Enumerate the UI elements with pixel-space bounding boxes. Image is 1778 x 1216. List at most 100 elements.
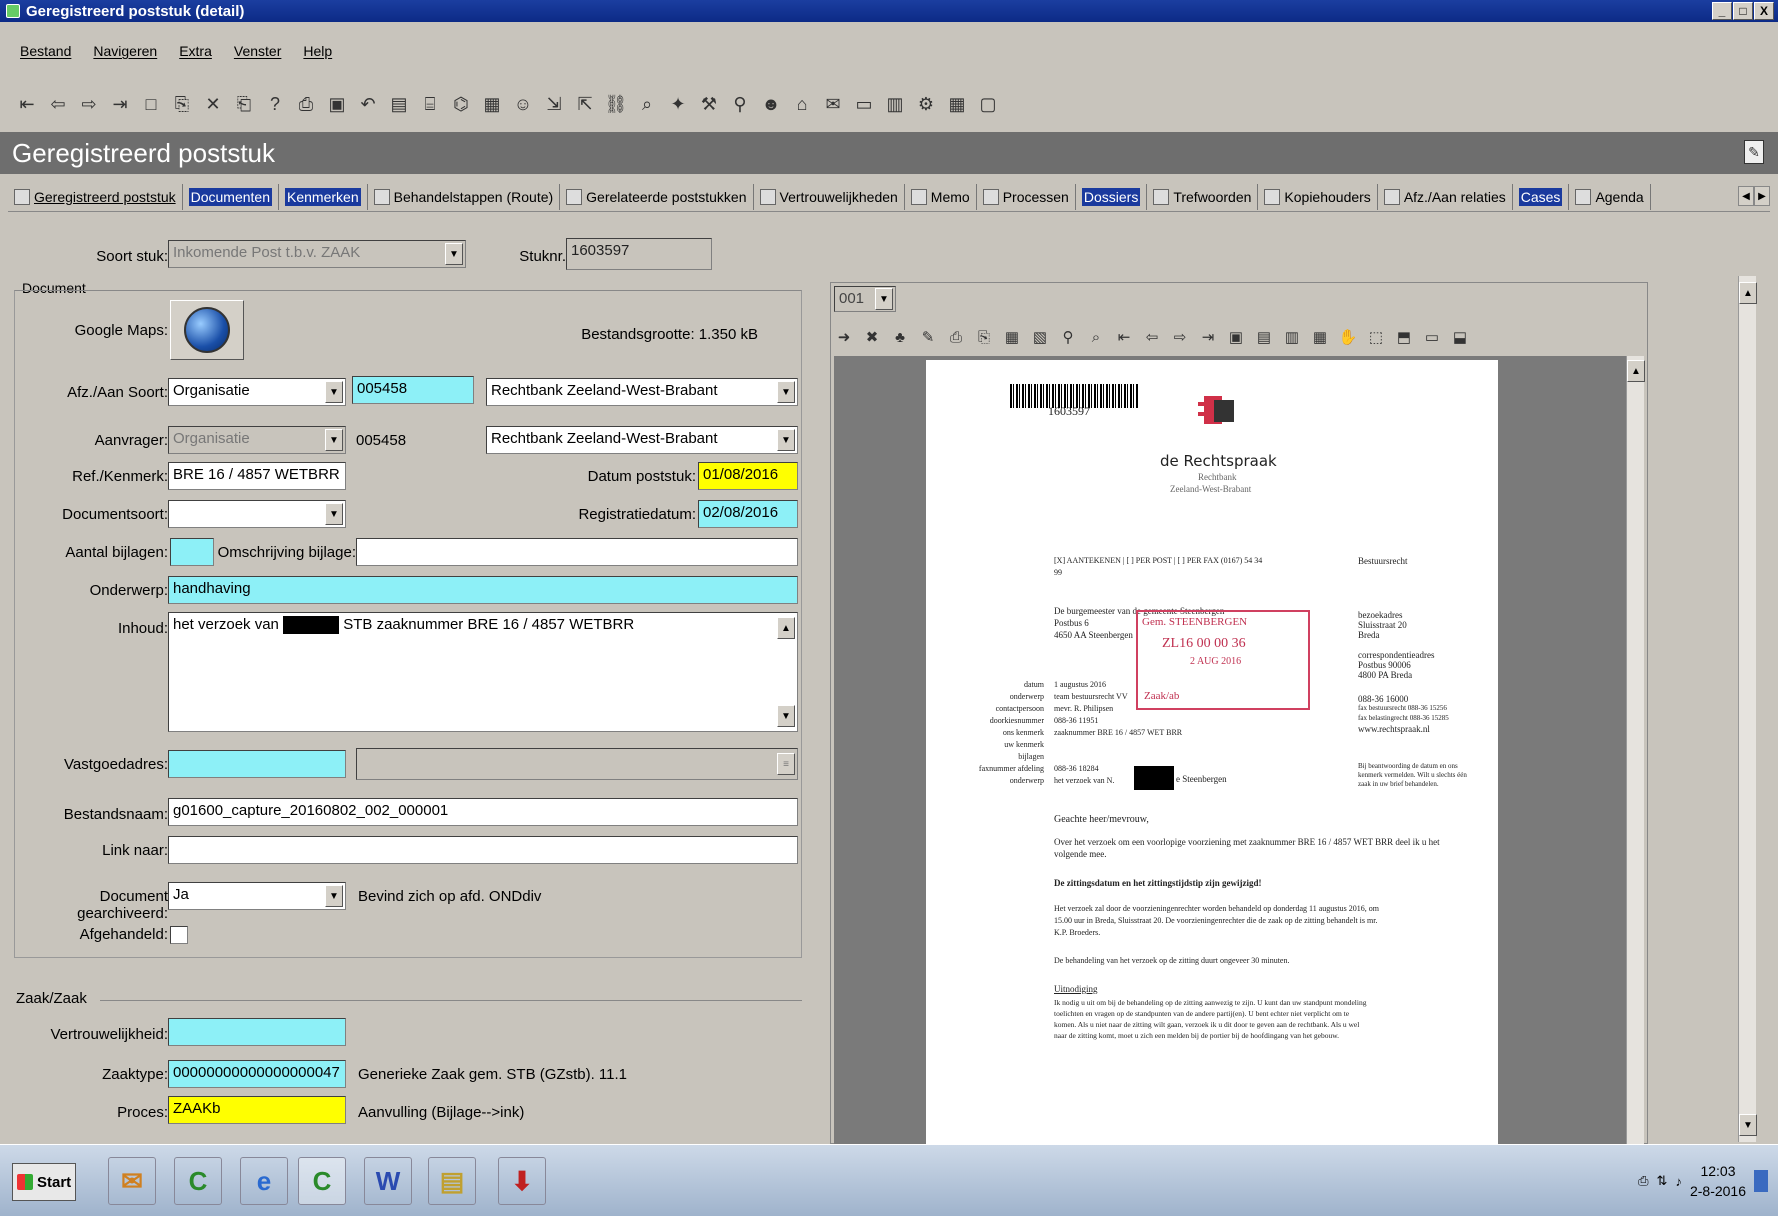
- undo-icon[interactable]: ↶: [357, 92, 379, 116]
- export-icon[interactable]: ⇱: [574, 92, 596, 116]
- last-page-icon[interactable]: ⇥: [1198, 327, 1218, 347]
- bestandsnaam-field[interactable]: g01600_capture_20160802_002_000001: [168, 798, 798, 826]
- tab-kenmerken[interactable]: Kenmerken: [279, 183, 368, 210]
- form-scrollbar[interactable]: ▲ ▼: [1738, 276, 1757, 1142]
- tab-scroll-right-button[interactable]: ▶: [1754, 186, 1770, 206]
- chevron-down-icon[interactable]: ▼: [445, 243, 463, 265]
- link-naar-field[interactable]: [168, 836, 798, 864]
- save-icon[interactable]: ▣: [326, 92, 348, 116]
- print-icon[interactable]: ⎙: [946, 327, 966, 347]
- chevron-down-icon[interactable]: ▼: [325, 503, 343, 525]
- new-icon[interactable]: □: [140, 92, 162, 116]
- show-desktop-button[interactable]: [1754, 1170, 1768, 1192]
- chevron-down-icon[interactable]: ▼: [325, 885, 343, 907]
- maximize-button[interactable]: □: [1733, 2, 1753, 20]
- close-button[interactable]: X: [1754, 2, 1774, 20]
- tab-dossiers[interactable]: Dossiers: [1076, 183, 1148, 210]
- vastgoedadres-detail-field[interactable]: ≡: [356, 748, 798, 780]
- menu-extra[interactable]: Extra: [179, 43, 212, 59]
- scroll-up-button[interactable]: ▲: [1739, 282, 1757, 304]
- page-select[interactable]: 001 ▼: [834, 286, 896, 312]
- open-icon[interactable]: ➜: [834, 327, 854, 347]
- scroll-down-button[interactable]: ▼: [777, 705, 795, 727]
- word-icon[interactable]: W: [364, 1157, 412, 1205]
- single-page-icon[interactable]: ▥: [1282, 327, 1302, 347]
- search-icon[interactable]: ⌕: [636, 92, 658, 116]
- previous-icon[interactable]: ⇦: [47, 92, 69, 116]
- first-page-icon[interactable]: ⇤: [1114, 327, 1134, 347]
- grid-icon[interactable]: ▦: [946, 92, 968, 116]
- help-icon[interactable]: ?: [264, 92, 286, 116]
- annotation-icon[interactable]: ▭: [1422, 327, 1442, 347]
- scroll-up-button[interactable]: ▲: [1627, 360, 1645, 382]
- scroll-down-button[interactable]: ▼: [1739, 1114, 1757, 1136]
- afz-aan-soort-select[interactable]: Organisatie ▼: [168, 378, 346, 406]
- stamp-icon[interactable]: ♣: [890, 327, 910, 347]
- tab-documenten[interactable]: Documenten: [183, 183, 280, 210]
- print-icon[interactable]: ⎙: [295, 92, 317, 116]
- onderwerp-field[interactable]: handhaving: [168, 576, 798, 604]
- next-icon[interactable]: ⇨: [78, 92, 100, 116]
- clock[interactable]: 12:03 2-8-2016: [1690, 1161, 1746, 1201]
- printer-icon[interactable]: ⎙: [1638, 1173, 1648, 1189]
- archive-icon[interactable]: ▥: [884, 92, 906, 116]
- internet-explorer-icon[interactable]: e: [240, 1157, 288, 1205]
- tab-geregistreerd-poststuk[interactable]: Geregistreerd poststuk: [8, 183, 183, 210]
- corsa-active-icon[interactable]: C: [298, 1157, 346, 1205]
- last-record-icon[interactable]: ⇥: [109, 92, 131, 116]
- rotate-icon[interactable]: ⬒: [1394, 327, 1414, 347]
- viewer-scrollbar[interactable]: ▲: [1626, 356, 1645, 1144]
- copy-icon[interactable]: ⎘: [171, 92, 193, 116]
- pdf-icon[interactable]: ⬇: [498, 1157, 546, 1205]
- mail-icon[interactable]: ✉: [822, 92, 844, 116]
- tab-processen[interactable]: Processen: [977, 183, 1076, 210]
- tools-icon[interactable]: ⚒: [698, 92, 720, 116]
- gearchiveerd-select[interactable]: Ja ▼: [168, 882, 346, 910]
- inhoud-textarea[interactable]: het verzoek van STB zaaknummer BRE 16 / …: [168, 612, 798, 732]
- menu-bestand[interactable]: Bestand: [20, 43, 71, 59]
- tab-trefwoorden[interactable]: Trefwoorden: [1147, 183, 1259, 210]
- stuknr-field[interactable]: 1603597: [566, 238, 712, 270]
- export-icon[interactable]: ⬓: [1450, 327, 1470, 347]
- afz-naam-select[interactable]: Rechtbank Zeeland-West-Brabant ▼: [486, 378, 798, 406]
- afz-code-field[interactable]: 005458: [352, 376, 474, 404]
- copy-icon[interactable]: ⎘: [974, 327, 994, 347]
- tab-vertrouwelijkheden[interactable]: Vertrouwelijkheden: [754, 183, 905, 210]
- google-maps-button[interactable]: [170, 300, 244, 360]
- volume-icon[interactable]: ♪: [1675, 1174, 1682, 1189]
- fit-page-icon[interactable]: ▣: [1226, 327, 1246, 347]
- chevron-down-icon[interactable]: ▼: [875, 288, 893, 310]
- afgehandeld-checkbox[interactable]: [170, 926, 188, 944]
- corsa-icon[interactable]: C: [174, 1157, 222, 1205]
- tab-cases[interactable]: Cases: [1513, 183, 1570, 210]
- tab-memo[interactable]: Memo: [905, 183, 977, 210]
- vertrouwelijkheid-field[interactable]: [168, 1018, 346, 1046]
- user-icon[interactable]: ☺: [512, 92, 534, 116]
- menu-navigeren[interactable]: Navigeren: [93, 43, 157, 59]
- chevron-down-icon[interactable]: ▼: [325, 381, 343, 403]
- menu-venster[interactable]: Venster: [234, 43, 281, 59]
- fit-width-icon[interactable]: ▤: [1254, 327, 1274, 347]
- next-page-icon[interactable]: ⇨: [1170, 327, 1190, 347]
- tab-agenda[interactable]: Agenda: [1569, 183, 1651, 210]
- zoom-in-icon[interactable]: ⚲: [1058, 327, 1078, 347]
- import-icon[interactable]: ⇲: [543, 92, 565, 116]
- find-icon[interactable]: ⚲: [729, 92, 751, 116]
- people-icon[interactable]: ☻: [760, 92, 782, 116]
- first-record-icon[interactable]: ⇤: [16, 92, 38, 116]
- zoom-out-icon[interactable]: ⌕: [1086, 327, 1106, 347]
- tab-scroll-left-button[interactable]: ◀: [1738, 186, 1754, 206]
- proces-field[interactable]: ZAAKb: [168, 1096, 346, 1124]
- chevron-down-icon[interactable]: ▼: [325, 429, 343, 451]
- explorer-icon[interactable]: ▤: [428, 1157, 476, 1205]
- minimize-button[interactable]: _: [1712, 2, 1732, 20]
- select-icon[interactable]: ⬚: [1366, 327, 1386, 347]
- aanvrager-naam-select[interactable]: Rechtbank Zeeland-West-Brabant ▼: [486, 426, 798, 454]
- highlight-icon[interactable]: ✎: [918, 327, 938, 347]
- hand-tool-icon[interactable]: ✋: [1338, 327, 1358, 347]
- outlook-icon[interactable]: ✉: [108, 1157, 156, 1205]
- tab-afz-aan-relaties[interactable]: Afz./Aan relaties: [1378, 183, 1513, 210]
- tab-kopiehouders[interactable]: Kopiehouders: [1258, 183, 1378, 210]
- aanvrager-soort-select[interactable]: Organisatie ▼: [168, 426, 346, 454]
- vastgoedadres-field[interactable]: [168, 750, 346, 778]
